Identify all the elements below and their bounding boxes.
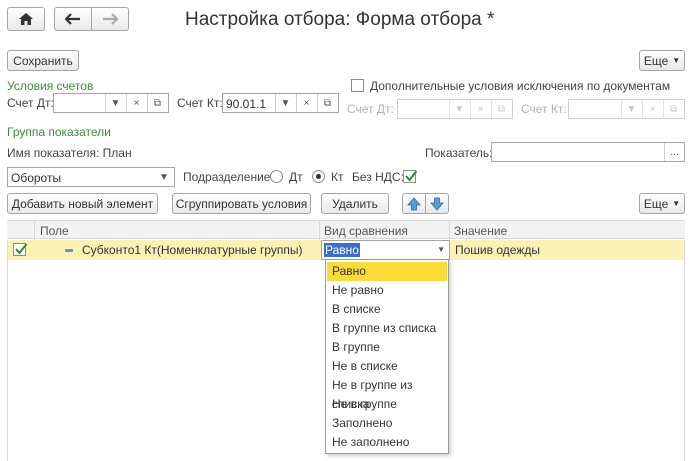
clear-icon[interactable]: × <box>296 94 316 112</box>
move-down-button[interactable] <box>425 193 449 214</box>
division-label: Подразделение: <box>183 170 274 184</box>
row-value: Пошив одежды <box>455 243 540 257</box>
mode-value: Обороты <box>11 171 62 185</box>
debit-account-field[interactable]: ▼ × ⧉ <box>53 93 169 113</box>
chevron-down-icon: ▼ <box>621 100 641 118</box>
column-comparison[interactable]: Вид сравнения <box>324 224 408 238</box>
ellipsis-icon[interactable]: … <box>664 143 684 161</box>
clear-icon[interactable]: × <box>126 94 146 112</box>
credit-account-label: Счет Кт: <box>177 96 223 110</box>
more-label: Еще <box>643 53 669 68</box>
radio-credit-label: Кт <box>331 170 344 184</box>
comparison-editor[interactable]: Равно ▼ <box>321 240 450 260</box>
comparison-value: Равно <box>324 243 360 257</box>
arrow-up-icon <box>407 196 421 210</box>
delete-button[interactable]: Удалить <box>321 193 389 214</box>
extra-conditions-checkbox[interactable] <box>351 79 364 92</box>
group-conditions-button[interactable]: Сгруппировать условия <box>172 193 311 214</box>
dropdown-option[interactable]: Равно <box>327 262 447 281</box>
chevron-down-icon[interactable]: ▼ <box>105 94 125 112</box>
save-button[interactable]: Сохранить <box>7 50 79 71</box>
chevron-down-icon: ▼ <box>672 199 681 208</box>
table-header: Поле Вид сравнения Значение <box>7 220 685 240</box>
chevron-down-icon: ▼ <box>449 100 469 118</box>
more-button-table[interactable]: Еще ▼ <box>639 193 685 214</box>
dropdown-option[interactable]: В списке <box>327 300 447 319</box>
dropdown-option[interactable]: Не равно <box>327 281 447 300</box>
move-up-button[interactable] <box>402 193 426 214</box>
mode-select[interactable]: Обороты ▼ <box>7 167 175 187</box>
table-row[interactable]: Субконто1 Кт(Номенклатурные группы) Равн… <box>8 240 684 260</box>
open-icon: ⧉ <box>663 100 683 118</box>
debit-account-label: Счет Дт: <box>7 96 54 110</box>
home-button[interactable] <box>7 7 45 31</box>
checkmark-icon <box>405 170 418 182</box>
dropdown-option[interactable]: В группе <box>327 338 447 357</box>
open-icon: ⧉ <box>491 100 511 118</box>
window-title: Настройка отбора: Форма отбора * <box>185 9 495 30</box>
row-checkbox[interactable] <box>13 243 28 256</box>
chevron-down-icon[interactable]: ▼ <box>437 245 445 254</box>
chevron-down-icon: ▼ <box>672 56 681 65</box>
chevron-down-icon[interactable]: ▼ <box>154 168 174 186</box>
extra-credit-field: ▼ × ⧉ <box>568 99 685 119</box>
no-vat-checkbox[interactable] <box>403 170 418 183</box>
arrow-down-icon <box>430 197 444 211</box>
open-icon[interactable]: ⧉ <box>147 94 167 112</box>
dropdown-option[interactable]: Не в группе <box>327 395 447 414</box>
credit-account-field[interactable]: 90.01.1 ▼ × ⧉ <box>222 93 339 113</box>
clear-icon: × <box>642 100 662 118</box>
radio-debit[interactable] <box>270 170 283 183</box>
arrow-left-icon <box>65 13 80 25</box>
dropdown-option[interactable]: Не в группе из списка <box>327 376 447 411</box>
clear-icon: × <box>470 100 490 118</box>
indicator-field[interactable]: … <box>491 142 685 162</box>
dropdown-option[interactable]: В группе из списка <box>327 319 447 338</box>
comparison-dropdown: Равно Не равно В списке В группе из спис… <box>325 259 449 454</box>
extra-debit-label: Счет Дт: <box>347 102 394 116</box>
column-value[interactable]: Значение <box>454 224 507 238</box>
extra-credit-label: Счет Кт: <box>521 102 567 116</box>
home-icon <box>19 13 33 25</box>
indicators-group-header: Группа показатели <box>7 125 111 139</box>
chevron-down-icon[interactable]: ▼ <box>275 94 295 112</box>
no-vat-label: Без НДС: <box>352 170 404 184</box>
checkmark-icon <box>15 243 28 255</box>
credit-account-value: 90.01.1 <box>226 97 267 111</box>
row-field: Субконто1 Кт(Номенклатурные группы) <box>82 243 303 257</box>
back-button[interactable] <box>54 7 92 31</box>
dropdown-option[interactable]: Не в списке <box>327 357 447 376</box>
radio-credit[interactable] <box>312 170 325 183</box>
more-label: Еще <box>643 196 669 211</box>
dropdown-option[interactable]: Заполнено <box>327 414 447 433</box>
collapse-icon[interactable] <box>65 249 73 252</box>
add-element-button[interactable]: Добавить новый элемент <box>7 193 158 214</box>
more-button-top[interactable]: Еще ▼ <box>639 50 685 71</box>
extra-conditions-label: Дополнительные условия исключения по док… <box>370 79 671 93</box>
open-icon[interactable]: ⧉ <box>317 94 337 112</box>
arrow-right-icon <box>103 13 118 25</box>
extra-debit-field: ▼ × ⧉ <box>397 99 513 119</box>
indicator-label: Показатель: <box>425 146 493 160</box>
dropdown-option[interactable]: Не заполнено <box>327 433 447 452</box>
indicator-name-label: Имя показателя: План <box>7 146 132 160</box>
account-conditions-header: Условия счетов <box>7 79 94 93</box>
column-field[interactable]: Поле <box>40 224 69 238</box>
forward-button[interactable] <box>91 7 129 31</box>
radio-debit-label: Дт <box>289 170 303 184</box>
